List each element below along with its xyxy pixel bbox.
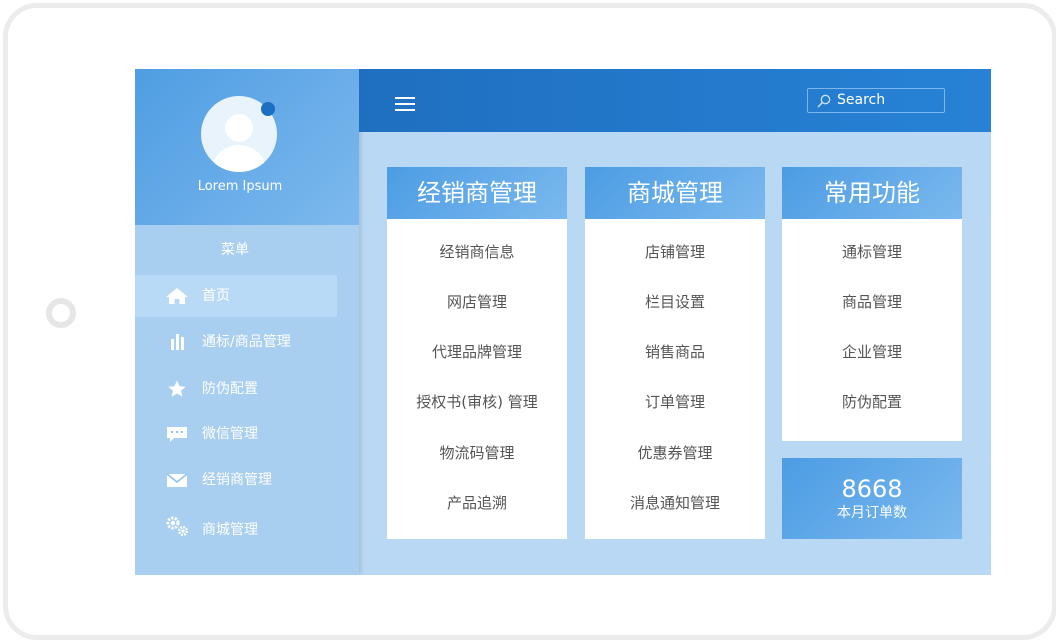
sidebar-item-label: 商城管理 (202, 522, 258, 538)
card-link[interactable]: 防伪配置 (782, 392, 962, 412)
sidebar-item-wechat[interactable]: 微信管理 (135, 413, 337, 455)
card-link[interactable]: 栏目设置 (585, 292, 765, 312)
card-link[interactable]: 商品管理 (782, 292, 962, 312)
stat-label: 本月订单数 (837, 505, 907, 521)
sidebar-item-mall[interactable]: 商城管理 (135, 509, 337, 551)
sidebar-item-label: 微信管理 (202, 426, 258, 442)
card-link[interactable]: 网店管理 (387, 292, 567, 312)
avatar-body (211, 145, 267, 172)
star-icon (165, 380, 189, 398)
sidebar-item-label: 通标/商品管理 (202, 334, 291, 350)
bar-chart-icon (165, 333, 189, 351)
card-common-functions: 常用功能 通标管理 商品管理 企业管理 防伪配置 (782, 167, 962, 441)
app-screen: Lorem Ipsum 菜单 首页 通标/商品管理 防伪配置 微信管理 经销商管… (135, 69, 991, 575)
sidebar-item-home[interactable]: 首页 (135, 275, 337, 317)
search-input[interactable]: Search (807, 88, 945, 113)
card-title: 商城管理 (585, 167, 765, 219)
sidebar-item-label: 首页 (202, 288, 230, 304)
gears-icon (165, 515, 189, 539)
home-button[interactable] (46, 298, 76, 328)
card-mall-management: 商城管理 店铺管理 栏目设置 销售商品 订单管理 优惠券管理 消息通知管理 (585, 167, 765, 539)
avatar-head (225, 114, 253, 142)
profile-name: Lorem Ipsum (197, 179, 283, 194)
sidebar-item-products[interactable]: 通标/商品管理 (135, 321, 337, 363)
sidebar-item-label: 防伪配置 (202, 381, 258, 397)
card-link[interactable]: 店铺管理 (585, 242, 765, 262)
card-link[interactable]: 企业管理 (782, 342, 962, 362)
hamburger-icon[interactable] (395, 97, 415, 111)
status-dot (261, 102, 275, 116)
search-icon (817, 93, 831, 108)
sidebar-item-anticounterfeit[interactable]: 防伪配置 (135, 368, 337, 410)
chat-icon (165, 425, 189, 443)
card-link[interactable]: 通标管理 (782, 242, 962, 262)
top-bar: Search (359, 69, 991, 132)
home-icon (165, 287, 189, 305)
card-link[interactable]: 订单管理 (585, 392, 765, 412)
stat-value: 8668 (841, 475, 903, 503)
card-link[interactable]: 授权书(审核) 管理 (387, 392, 567, 412)
card-link[interactable]: 物流码管理 (387, 443, 567, 463)
menu-title: 菜单 (221, 242, 249, 258)
search-placeholder: Search (837, 92, 886, 108)
card-link[interactable]: 经销商信息 (387, 242, 567, 262)
card-title: 常用功能 (782, 167, 962, 219)
sidebar-item-dealers[interactable]: 经销商管理 (135, 459, 337, 501)
card-dealer-management: 经销商管理 经销商信息 网店管理 代理品牌管理 授权书(审核) 管理 物流码管理… (387, 167, 567, 539)
card-link[interactable]: 销售商品 (585, 342, 765, 362)
card-link[interactable]: 优惠券管理 (585, 443, 765, 463)
monthly-orders-stat: 8668 本月订单数 (782, 458, 962, 539)
card-link[interactable]: 消息通知管理 (585, 493, 765, 513)
card-link[interactable]: 产品追溯 (387, 493, 567, 513)
sidebar: Lorem Ipsum 菜单 首页 通标/商品管理 防伪配置 微信管理 经销商管… (135, 69, 359, 575)
card-title: 经销商管理 (387, 167, 567, 219)
card-link[interactable]: 代理品牌管理 (387, 342, 567, 362)
mail-icon (165, 471, 189, 489)
profile-panel: Lorem Ipsum (135, 69, 359, 225)
sidebar-item-label: 经销商管理 (202, 472, 272, 488)
